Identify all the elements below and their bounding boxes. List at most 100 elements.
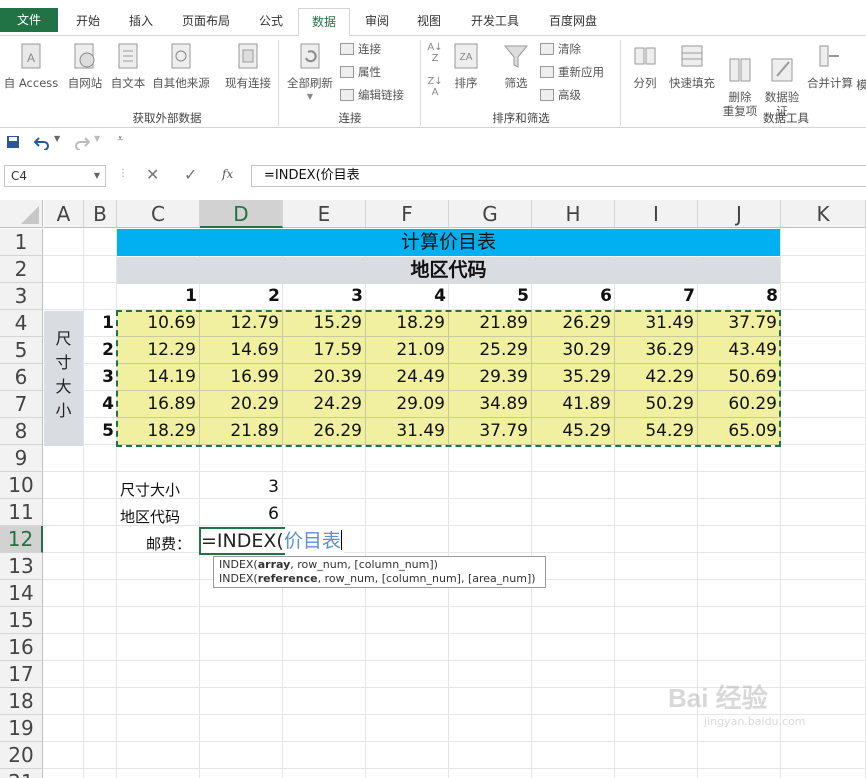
region-code-header[interactable]: 地区代码 — [117, 257, 780, 284]
tooltip-syntax-reference[interactable]: INDEX(reference, row_num, [column_num], … — [219, 572, 540, 586]
size-input-label[interactable]: 尺寸大小 — [120, 479, 180, 500]
flash-fill-button[interactable]: 快速填充 — [666, 42, 718, 90]
row-header-17[interactable]: 17 — [0, 661, 43, 688]
tab-home[interactable]: 开始 — [62, 8, 114, 36]
customize-qat-icon[interactable]: ⩡ — [117, 132, 123, 146]
size-code-cell[interactable]: 3 — [84, 367, 117, 387]
column-header-g[interactable]: G — [449, 200, 532, 228]
column-header-f[interactable]: F — [366, 200, 449, 228]
size-code-cell[interactable]: 4 — [84, 394, 117, 414]
column-header-b[interactable]: B — [84, 200, 117, 228]
consolidate-button[interactable]: 合并计算 — [804, 42, 856, 90]
edit-links-button[interactable]: 编辑链接 — [340, 86, 404, 104]
price-cell[interactable]: 41.89 — [532, 391, 615, 418]
column-header-h[interactable]: H — [532, 200, 615, 228]
price-cell[interactable]: 12.79 — [200, 310, 283, 337]
tab-page-layout[interactable]: 页面布局 — [170, 8, 242, 36]
sort-az-button[interactable]: A↓ Z — [424, 42, 446, 64]
from-access-button[interactable]: A 自 Access — [2, 42, 60, 90]
region-code-cell[interactable]: 7 — [615, 286, 698, 306]
reapply-button[interactable]: 重新应用 — [540, 63, 604, 81]
row-header-8[interactable]: 8 — [0, 418, 43, 445]
tab-formulas[interactable]: 公式 — [246, 8, 296, 36]
region-input-value[interactable]: 6 — [200, 504, 282, 524]
region-code-cell[interactable]: 2 — [200, 286, 283, 306]
row-header-20[interactable]: 20 — [0, 742, 43, 769]
price-cell[interactable]: 26.29 — [532, 310, 615, 337]
from-text-button[interactable]: 自文本 — [108, 42, 148, 90]
postage-label[interactable]: 邮费： — [146, 533, 191, 554]
row-header-1[interactable]: 1 — [0, 229, 43, 256]
tab-review[interactable]: 审阅 — [354, 8, 400, 36]
existing-connections-button[interactable]: 现有连接 — [220, 42, 276, 90]
column-header-c[interactable]: C — [117, 200, 200, 228]
price-cell[interactable]: 15.29 — [283, 310, 366, 337]
tab-file[interactable]: 文件 — [0, 8, 58, 32]
price-cell[interactable]: 37.79 — [698, 310, 781, 337]
column-header-j[interactable]: J — [698, 200, 781, 228]
refresh-all-button[interactable]: 全部刷新 ▼ — [282, 42, 338, 104]
region-code-cell[interactable]: 3 — [283, 286, 366, 306]
row-header-9[interactable]: 9 — [0, 445, 43, 472]
row-header-10[interactable]: 10 — [0, 472, 43, 499]
column-header-i[interactable]: I — [615, 200, 698, 228]
price-cell[interactable]: 16.99 — [200, 364, 283, 391]
region-code-cell[interactable]: 1 — [117, 286, 200, 306]
tab-view[interactable]: 视图 — [406, 8, 452, 36]
sort-za-button[interactable]: Z↓ A — [424, 76, 446, 98]
row-header-14[interactable]: 14 — [0, 580, 43, 607]
from-other-sources-button[interactable]: 自其他来源 — [148, 42, 214, 90]
size-header[interactable]: 尺寸大小 — [44, 311, 83, 446]
price-cell[interactable]: 31.49 — [366, 418, 449, 445]
undo-icon[interactable] — [34, 134, 50, 150]
row-header-4[interactable]: 4 — [0, 310, 43, 337]
clear-filter-button[interactable]: 清除 — [540, 40, 581, 58]
price-cell[interactable]: 29.39 — [449, 364, 532, 391]
row-header-19[interactable]: 19 — [0, 715, 43, 742]
row-header-15[interactable]: 15 — [0, 607, 43, 634]
price-cell[interactable]: 12.29 — [117, 337, 200, 364]
properties-button[interactable]: 属性 — [340, 63, 381, 81]
text-to-columns-button[interactable]: 分列 — [626, 42, 664, 90]
row-header-11[interactable]: 11 — [0, 499, 43, 526]
size-code-cell[interactable]: 5 — [84, 421, 117, 441]
region-code-cell[interactable]: 6 — [532, 286, 615, 306]
tab-baidu-netdisk[interactable]: 百度网盘 — [536, 8, 610, 36]
price-cell[interactable]: 65.09 — [698, 418, 781, 445]
region-input-label[interactable]: 地区代码 — [120, 506, 180, 527]
advanced-filter-button[interactable]: 高级 — [540, 86, 581, 104]
formula-input[interactable]: =INDEX(价目表 — [251, 165, 866, 187]
price-cell[interactable]: 20.29 — [200, 391, 283, 418]
select-all-corner[interactable] — [0, 200, 43, 228]
row-header-2[interactable]: 2 — [0, 256, 43, 283]
row-header-21[interactable]: 21 — [0, 769, 43, 778]
sort-button[interactable]: ZA 排序 — [448, 42, 484, 90]
price-cell[interactable]: 14.19 — [117, 364, 200, 391]
model-button[interactable]: 模 — [856, 78, 866, 92]
filter-button[interactable]: 筛选 — [498, 42, 534, 90]
enter-formula-icon[interactable]: ✓ — [184, 165, 197, 184]
price-cell[interactable]: 37.79 — [449, 418, 532, 445]
insert-function-icon[interactable]: fx — [222, 167, 233, 181]
price-cell[interactable]: 50.69 — [698, 364, 781, 391]
undo-dropdown-icon[interactable]: ▼ — [54, 134, 60, 143]
price-cell[interactable]: 34.89 — [449, 391, 532, 418]
name-box[interactable]: C4 ▼ — [4, 165, 106, 187]
column-header-k[interactable]: K — [781, 200, 866, 228]
price-cell[interactable]: 24.29 — [283, 391, 366, 418]
cell-editor[interactable]: =INDEX(价目表 — [201, 529, 344, 553]
tab-data[interactable]: 数据 — [298, 8, 350, 36]
price-cell[interactable]: 43.49 — [698, 337, 781, 364]
price-cell[interactable]: 24.49 — [366, 364, 449, 391]
row-header-5[interactable]: 5 — [0, 337, 43, 364]
column-header-a[interactable]: A — [44, 200, 84, 228]
price-cell[interactable]: 42.29 — [615, 364, 698, 391]
price-cell[interactable]: 26.29 — [283, 418, 366, 445]
row-header-16[interactable]: 16 — [0, 634, 43, 661]
save-icon[interactable] — [6, 135, 20, 149]
price-cell[interactable]: 31.49 — [615, 310, 698, 337]
price-cell[interactable]: 35.29 — [532, 364, 615, 391]
region-code-cell[interactable]: 5 — [449, 286, 532, 306]
price-cell[interactable]: 60.29 — [698, 391, 781, 418]
price-cell[interactable]: 50.29 — [615, 391, 698, 418]
